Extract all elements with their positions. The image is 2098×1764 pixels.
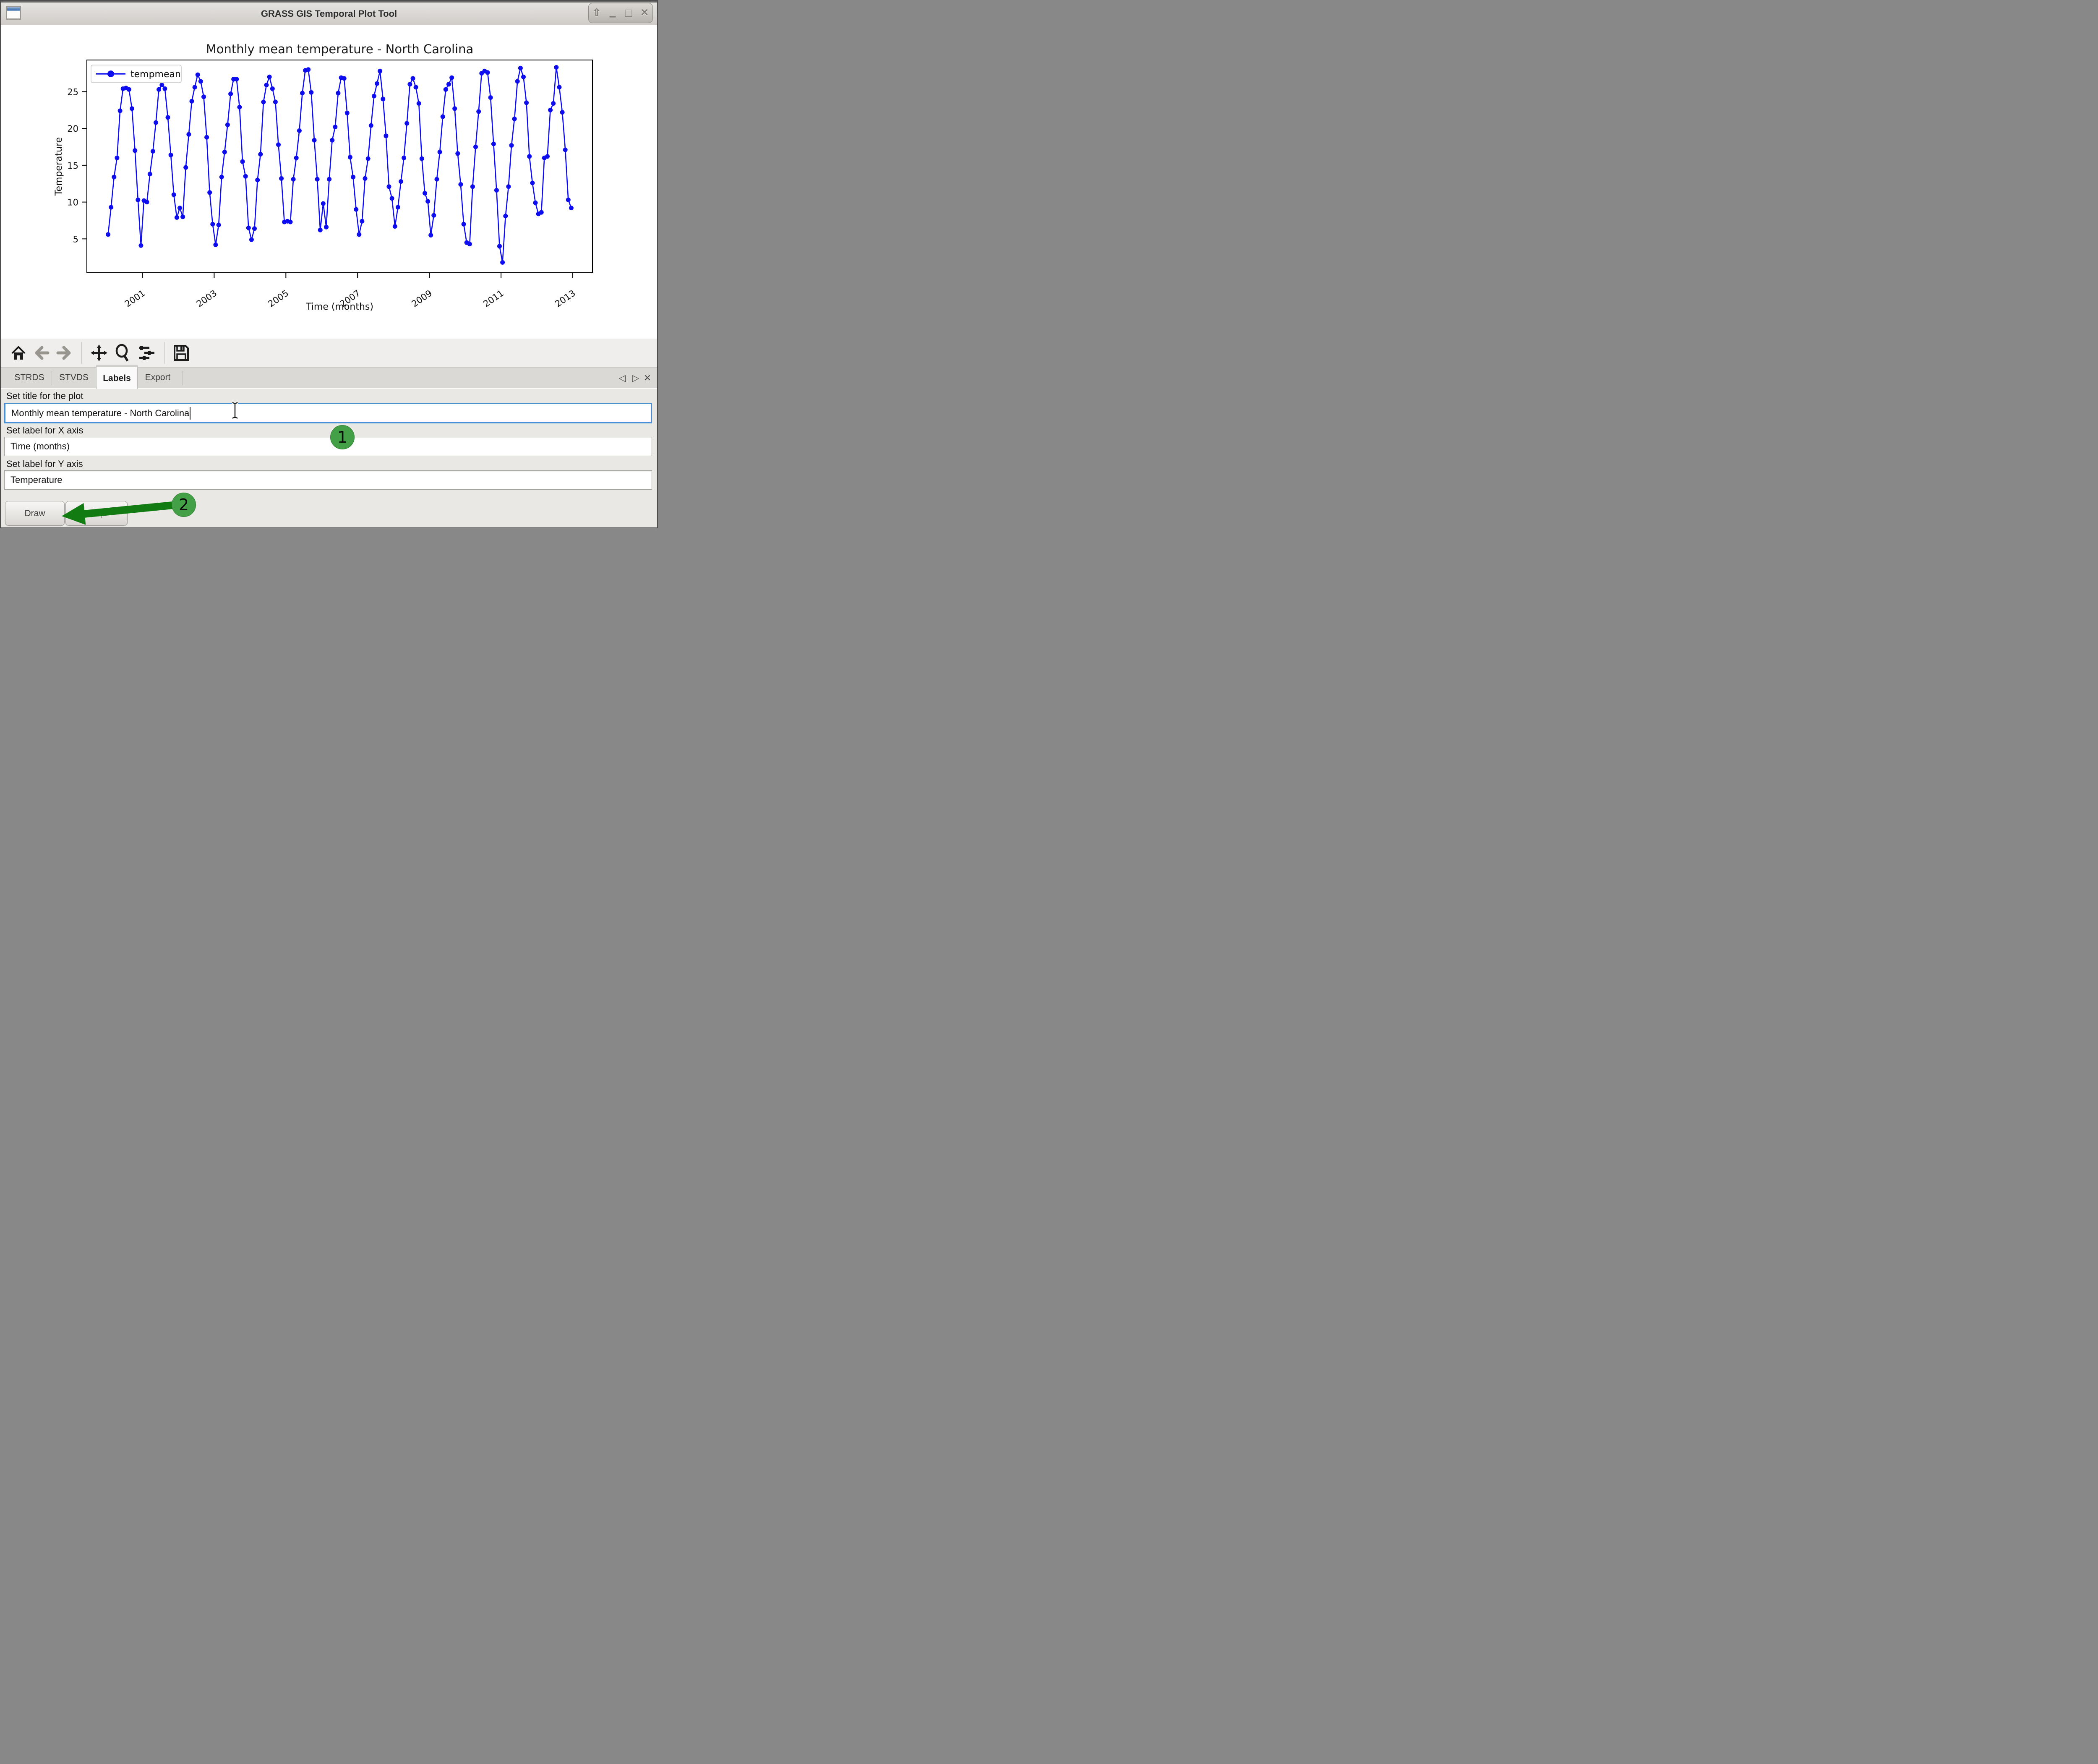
forward-button[interactable] [55, 344, 74, 362]
draw-button-label: Draw [24, 509, 45, 519]
save-button[interactable] [172, 344, 190, 362]
xaxis-label-input[interactable]: Time (months) [4, 437, 652, 456]
zoom-button[interactable] [113, 344, 132, 362]
yaxis-label-input[interactable]: Temperature [4, 470, 652, 490]
tab-export[interactable]: Export [138, 368, 177, 388]
xaxis-label-value: Time (months) [10, 441, 70, 452]
svg-text:20: 20 [67, 124, 78, 134]
back-arrow-icon [33, 345, 50, 361]
tab-scroll-left-icon[interactable]: ◁ [616, 368, 628, 388]
svg-text:15: 15 [67, 161, 78, 171]
help-button[interactable]: Help [65, 501, 128, 526]
window-icon [6, 6, 21, 20]
yaxis-label-value: Temperature [10, 475, 63, 485]
xaxis-label-label: Set label for X axis [6, 425, 83, 436]
home-button[interactable] [9, 344, 28, 362]
pan-icon [91, 344, 107, 361]
yaxis-label-label: Set label for Y axis [6, 459, 83, 470]
annotation-step-2-number: 2 [179, 496, 189, 514]
title-bar[interactable]: GRASS GIS Temporal Plot Tool ⇧ ▁ □ ✕ [1, 1, 657, 25]
maximize-icon[interactable]: □ [622, 5, 635, 21]
svg-text:2011: 2011 [481, 288, 506, 309]
window-title: GRASS GIS Temporal Plot Tool [85, 1, 573, 25]
annotation-step-1-number: 1 [337, 428, 347, 446]
pan-button[interactable] [90, 344, 108, 362]
home-icon [10, 345, 26, 361]
plot-title-label: Set title for the plot [6, 391, 83, 402]
draw-button[interactable]: Draw [5, 501, 65, 526]
figure-canvas[interactable]: 5101520252001200320052007200920112013Tim… [1, 25, 657, 339]
svg-text:2003: 2003 [195, 288, 219, 309]
back-button[interactable] [32, 344, 50, 362]
svg-text:2005: 2005 [266, 288, 291, 309]
temperature-line-chart: 5101520252001200320052007200920112013Tim… [1, 25, 657, 339]
svg-text:2009: 2009 [410, 288, 434, 309]
shade-icon[interactable]: ⇧ [590, 5, 603, 21]
help-button-label: Help [87, 509, 105, 519]
tab-stvds[interactable]: STVDS [53, 368, 95, 388]
svg-text:25: 25 [67, 87, 78, 97]
app-window: GRASS GIS Temporal Plot Tool ⇧ ▁ □ ✕ 5 10… [0, 0, 658, 528]
svg-text:tempmean: tempmean [130, 69, 181, 80]
forward-arrow-icon [56, 345, 73, 361]
tab-bar: STRDS STVDS Labels Export ◁ ▷ ✕ [1, 367, 657, 389]
sliders-icon [138, 344, 155, 361]
plot-title-value: Monthly mean temperature - North Carolin… [11, 408, 189, 419]
svg-text:2001: 2001 [123, 288, 147, 309]
svg-text:2013: 2013 [553, 288, 577, 309]
tab-strds[interactable]: STRDS [8, 368, 50, 388]
svg-text:5: 5 [73, 234, 78, 244]
svg-text:Time (months): Time (months) [305, 302, 373, 312]
annotation-step-1: 1 [330, 425, 355, 449]
magnifier-icon [114, 344, 131, 362]
tab-close-icon[interactable]: ✕ [642, 368, 653, 388]
subplots-button[interactable] [138, 344, 156, 362]
svg-text:Monthly mean temperature - Nor: Monthly mean temperature - North Carolin… [206, 42, 474, 56]
window-controls: ⇧ ▁ □ ✕ [588, 3, 653, 23]
plot-title-input[interactable]: Monthly mean temperature - North Carolin… [4, 403, 652, 423]
tab-scroll-right-icon[interactable]: ▷ [630, 368, 642, 388]
annotation-step-2: 2 [172, 493, 196, 517]
svg-text:10: 10 [67, 198, 78, 208]
minimize-icon[interactable]: ▁ [606, 5, 619, 21]
nav-toolbar [1, 339, 657, 367]
floppy-disk-icon [173, 344, 189, 361]
close-icon[interactable]: ✕ [638, 5, 651, 21]
svg-text:Temperature: Temperature [54, 137, 64, 196]
tab-labels[interactable]: Labels [96, 365, 138, 390]
